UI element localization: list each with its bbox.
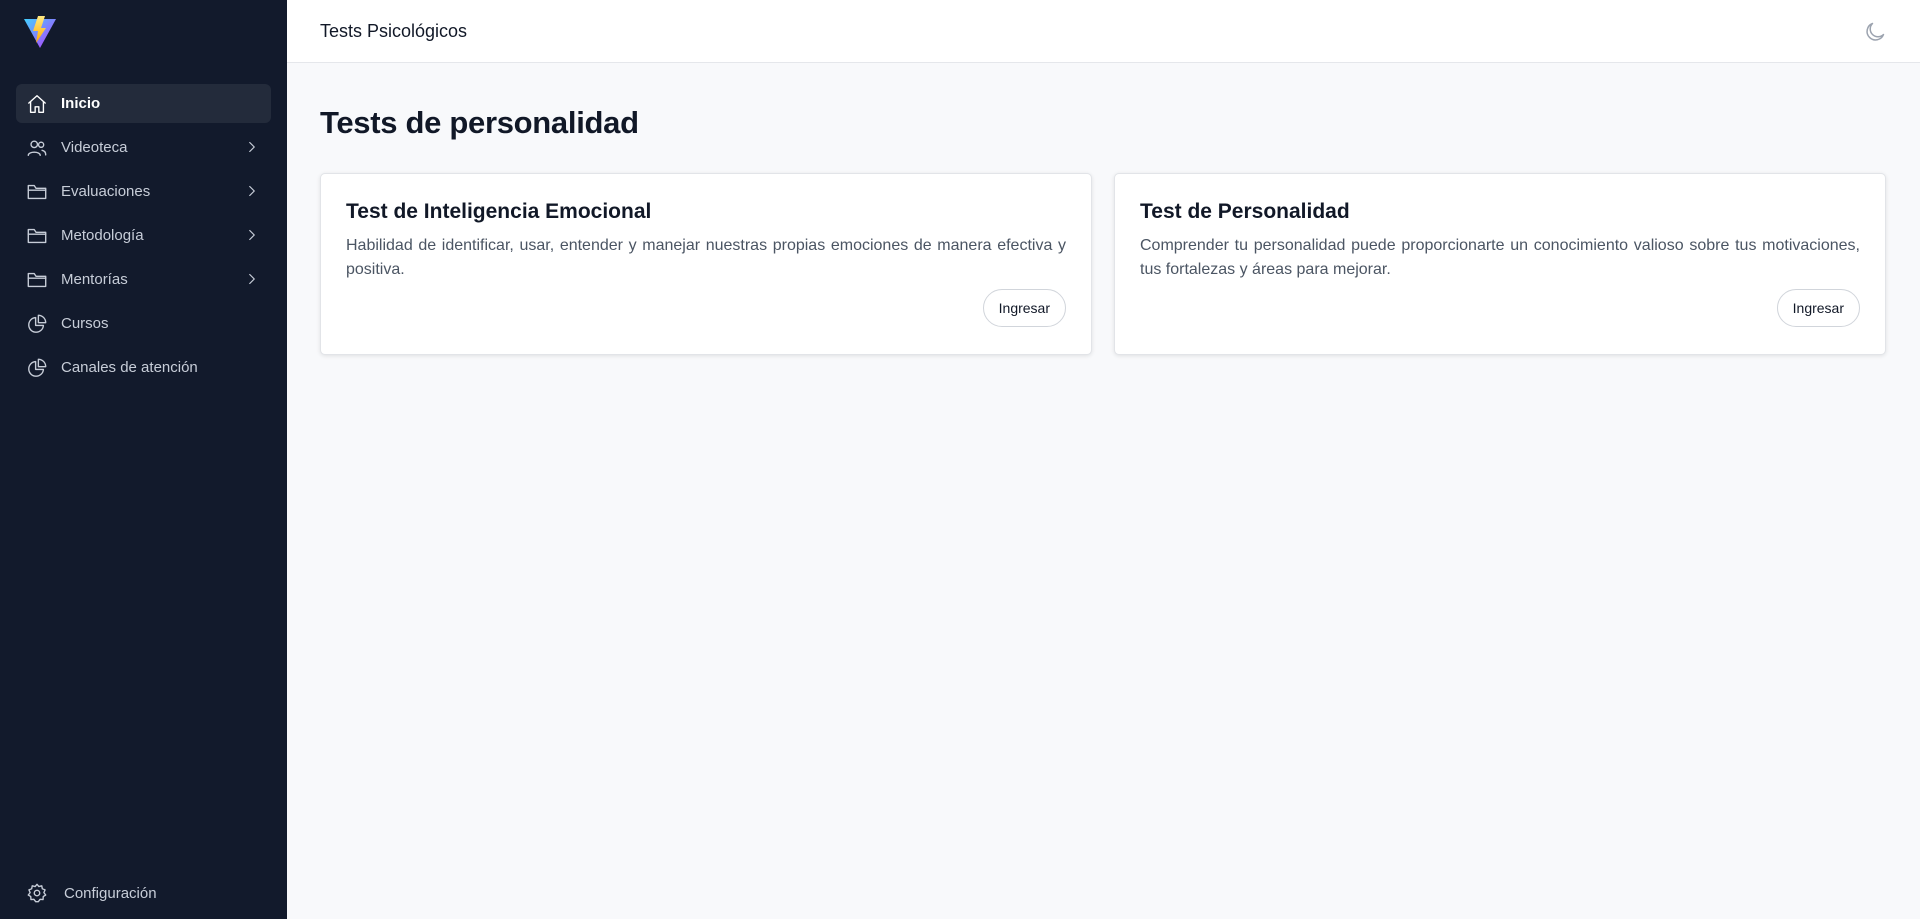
sidebar-nav: Inicio Videoteca Evaluaciones Metodologí…	[16, 84, 271, 392]
ingresar-button[interactable]: Ingresar	[982, 289, 1066, 327]
pie-chart-icon	[26, 357, 48, 379]
app-title: Tests Psicológicos	[320, 20, 468, 41]
chevron-right-icon	[243, 226, 261, 244]
moon-icon[interactable]	[1863, 20, 1887, 44]
chevron-right-icon	[243, 270, 261, 288]
settings-link[interactable]: Configuración	[26, 881, 157, 905]
sidebar-item-videoteca[interactable]: Videoteca	[16, 128, 271, 167]
test-cards: Test de Inteligencia Emocional Habilidad…	[320, 173, 1886, 355]
sidebar-item-label: Cursos	[61, 315, 109, 332]
card-description: Comprender tu personalidad puede proporc…	[1140, 237, 1860, 278]
sidebar-item-mentorias[interactable]: Mentorías	[16, 260, 271, 299]
folder-icon	[26, 181, 48, 203]
app: Inicio Videoteca Evaluaciones Metodologí…	[0, 0, 1920, 919]
card-description: Habilidad de identificar, usar, entender…	[346, 237, 1066, 278]
chevron-right-icon	[243, 182, 261, 200]
sidebar-item-label: Evaluaciones	[61, 183, 151, 200]
main-content: Tests Psicológicos Tests de personalidad…	[287, 0, 1920, 919]
sidebar: Inicio Videoteca Evaluaciones Metodologí…	[0, 0, 287, 919]
page-title: Tests de personalidad	[320, 105, 639, 140]
sidebar-item-metodologia[interactable]: Metodología	[16, 216, 271, 255]
sidebar-item-evaluaciones[interactable]: Evaluaciones	[16, 172, 271, 211]
settings-label: Configuración	[64, 884, 157, 902]
folder-icon	[26, 225, 48, 247]
test-card-inteligencia-emocional: Test de Inteligencia Emocional Habilidad…	[320, 173, 1092, 355]
sidebar-item-label: Canales de atención	[61, 359, 198, 376]
sidebar-item-cursos[interactable]: Cursos	[16, 304, 271, 343]
sidebar-item-canales-de-atencion[interactable]: Canales de atención	[16, 348, 271, 387]
vite-logo[interactable]	[23, 15, 57, 49]
pie-chart-icon	[26, 313, 48, 335]
folder-icon	[26, 269, 48, 291]
sidebar-item-inicio[interactable]: Inicio	[16, 84, 271, 123]
sidebar-item-label: Metodología	[61, 227, 144, 244]
topbar: Tests Psicológicos	[287, 0, 1920, 63]
sidebar-item-label: Videoteca	[61, 139, 128, 156]
chevron-right-icon	[243, 138, 261, 156]
home-icon	[26, 93, 48, 115]
card-title: Test de Personalidad	[1140, 200, 1350, 223]
users-icon	[26, 137, 48, 159]
test-card-personalidad: Test de Personalidad Comprender tu perso…	[1114, 173, 1886, 355]
gear-icon	[26, 882, 48, 904]
sidebar-item-label: Inicio	[61, 95, 101, 112]
sidebar-item-label: Mentorías	[61, 271, 128, 288]
card-title: Test de Inteligencia Emocional	[346, 200, 652, 223]
ingresar-button[interactable]: Ingresar	[1776, 289, 1860, 327]
